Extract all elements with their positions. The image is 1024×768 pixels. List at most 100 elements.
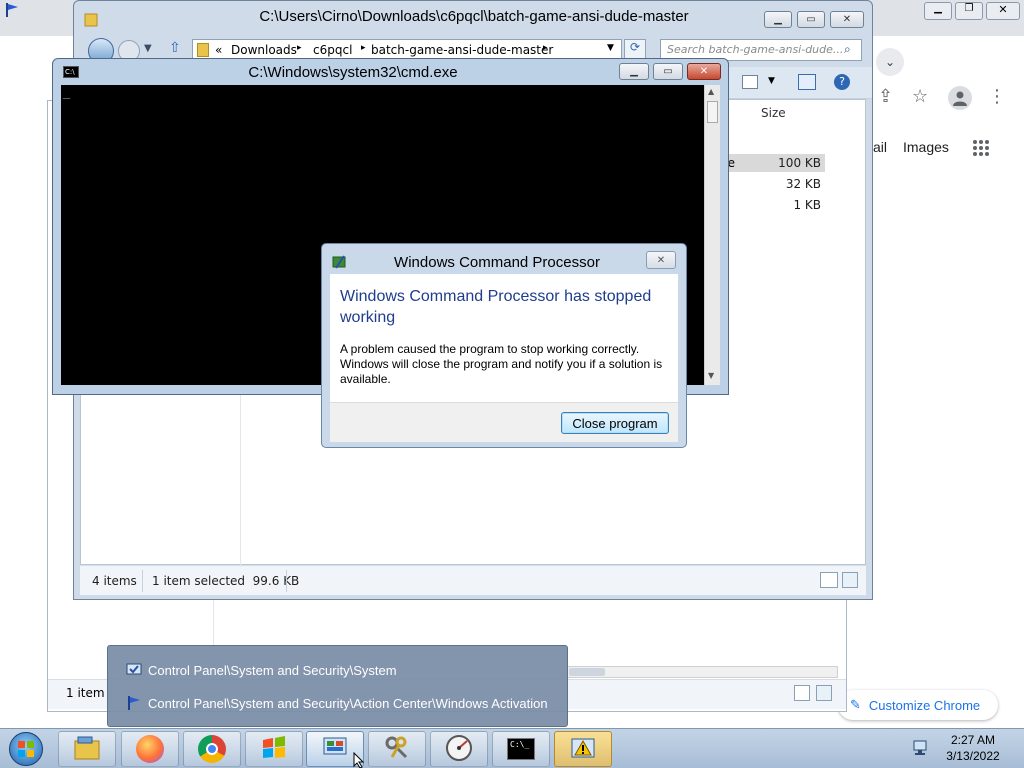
- large-icons-view-icon[interactable]: [842, 572, 858, 588]
- status-divider: [142, 570, 143, 592]
- taskbar-performance-button[interactable]: [430, 731, 488, 767]
- customize-chrome-label: Customize Chrome: [868, 697, 981, 713]
- breadcrumb-downloads[interactable]: Downloads: [231, 43, 297, 57]
- cmd-maximize-button[interactable]: ▭: [653, 63, 683, 80]
- images-link[interactable]: Images: [903, 139, 949, 155]
- chrome-menu-icon[interactable]: ⋮: [988, 86, 1006, 107]
- chrome-icon: [198, 735, 226, 763]
- preview-pane-icon[interactable]: [798, 74, 816, 90]
- windows-orb-icon: [9, 732, 43, 766]
- customize-chrome-button[interactable]: ✎ Customize Chrome: [838, 690, 998, 720]
- windows-flag-icon: [261, 735, 287, 763]
- help-icon[interactable]: ?: [834, 74, 850, 90]
- start-button[interactable]: [4, 730, 48, 768]
- search-icon[interactable]: ⌕: [844, 42, 851, 57]
- warning-shield-icon: [569, 735, 597, 764]
- dialog-body: Windows Command Processor has stopped wo…: [330, 274, 678, 402]
- cmd-title: C:\Windows\system32\cmd.exe: [248, 64, 458, 81]
- change-view-icon[interactable]: [742, 75, 758, 89]
- share-icon[interactable]: ⇪: [878, 86, 893, 107]
- taskbar-windows-update-button[interactable]: [245, 731, 303, 767]
- chrome-flag-icon: [4, 2, 20, 18]
- pencil-icon: ✎: [850, 697, 861, 713]
- close-program-button[interactable]: Close program: [561, 412, 669, 434]
- cmd-close-button[interactable]: ✕: [687, 63, 721, 80]
- details-view-icon[interactable]: [820, 572, 838, 588]
- explorer-maximize-button[interactable]: ▭: [797, 11, 825, 28]
- table-row[interactable]: 32 KB: [721, 175, 825, 193]
- taskbar-popup: Control Panel\System and Security\System…: [107, 645, 568, 727]
- status-divider: [286, 570, 287, 592]
- taskbar-cmd-button[interactable]: C:\_: [492, 731, 550, 767]
- column-header-size[interactable]: Size: [761, 106, 786, 120]
- chrome-tab-dropdown-icon[interactable]: ⌄: [876, 48, 904, 76]
- explorer-title: C:\Users\Cirno\Downloads\c6pqcl\batch-ga…: [259, 8, 689, 25]
- bookmark-star-icon[interactable]: ☆: [912, 86, 928, 107]
- taskbar-action-center-button[interactable]: [554, 731, 612, 767]
- chrome-close-button[interactable]: ✕: [986, 2, 1020, 20]
- popup-item-label: Control Panel\System and Security\System: [148, 662, 397, 678]
- wer-app-icon: [332, 254, 348, 270]
- explorer-minimize-button[interactable]: ▁: [764, 11, 792, 28]
- taskbar-keys-button[interactable]: [368, 731, 426, 767]
- breadcrumb-sep-icon[interactable]: ▸: [361, 43, 366, 53]
- change-view-dropdown-icon[interactable]: ▼: [768, 76, 775, 86]
- cmd-icon: C:\_: [507, 738, 535, 760]
- profile-avatar-icon[interactable]: [948, 86, 972, 110]
- chrome-minimize-button[interactable]: ▁: [924, 2, 952, 20]
- breadcrumb-sep-icon[interactable]: ▸: [297, 43, 302, 53]
- dialog-message: A problem caused the program to stop wor…: [340, 342, 663, 386]
- taskbar-firefox-button[interactable]: [121, 731, 179, 767]
- console-vertical-scrollbar[interactable]: ▲ ▼: [704, 85, 720, 385]
- taskbar-chrome-button[interactable]: [183, 731, 241, 767]
- status-item-count: 1 item: [66, 686, 105, 700]
- popup-item-system[interactable]: Control Panel\System and Security\System: [126, 659, 397, 681]
- dialog-heading: Windows Command Processor has stopped wo…: [340, 288, 652, 326]
- file-size-cell: 32 KB: [785, 177, 821, 191]
- taskbar: C:\_ 2:27 AM 3/13/2022: [0, 728, 1024, 768]
- chrome-maximize-button[interactable]: ❐: [955, 2, 983, 20]
- system-clock[interactable]: 2:27 AM 3/13/2022: [936, 732, 1010, 764]
- chrome-toolbar: ⇪ ☆ ⋮: [870, 78, 1024, 118]
- breadcrumb-current[interactable]: batch-game-ansi-dude-master: [371, 43, 553, 57]
- taskbar-explorer-button[interactable]: [58, 731, 116, 767]
- breadcrumb-c6pqcl[interactable]: c6pqcl: [313, 43, 352, 57]
- apps-grid-icon[interactable]: [972, 139, 990, 157]
- clock-date: 3/13/2022: [946, 749, 1000, 763]
- details-view-icon[interactable]: [794, 685, 810, 701]
- file-explorer-icon: [73, 735, 101, 764]
- up-folder-icon[interactable]: ⇧: [169, 40, 181, 56]
- file-size-cell: 1 KB: [793, 198, 821, 212]
- dialog-close-button[interactable]: ✕: [646, 251, 676, 269]
- large-icons-view-icon[interactable]: [816, 685, 832, 701]
- scroll-up-icon[interactable]: ▲: [708, 87, 714, 96]
- breadcrumb-sep-icon[interactable]: ▸: [543, 43, 548, 53]
- explorer-close-button[interactable]: ✕: [830, 11, 864, 28]
- action-center-flag-icon: [126, 695, 142, 711]
- firefox-icon: [136, 735, 164, 763]
- scrollbar-thumb[interactable]: [707, 101, 718, 123]
- address-folder-icon: [197, 43, 209, 57]
- horizontal-scrollbar[interactable]: [566, 666, 838, 678]
- status-item-count: 4 items: [92, 574, 137, 588]
- status-selection: 1 item selected 99.6 KB: [152, 574, 300, 588]
- gmail-link[interactable]: ail: [873, 139, 887, 155]
- dialog-footer: Close program: [330, 402, 678, 442]
- file-list-left-divider: [240, 370, 241, 566]
- popup-item-activation[interactable]: Control Panel\System and Security\Action…: [126, 692, 548, 714]
- table-row[interactable]: 1 KB: [721, 196, 825, 214]
- console-cursor: _: [63, 85, 71, 99]
- table-row[interactable]: ile 100 KB: [721, 154, 825, 172]
- clock-time: 2:27 AM: [950, 733, 996, 747]
- recent-pages-chevron-icon[interactable]: ▼: [144, 43, 152, 54]
- breadcrumb-overflow[interactable]: «: [215, 43, 222, 57]
- credential-keys-icon: [384, 735, 410, 764]
- file-size-cell: 100 KB: [778, 156, 821, 170]
- cmd-minimize-button[interactable]: ▁: [619, 63, 649, 80]
- system-monitor-icon: [126, 662, 142, 678]
- scroll-down-icon[interactable]: ▼: [708, 371, 714, 380]
- gauge-icon: [445, 734, 473, 765]
- scrollbar-thumb[interactable]: [569, 668, 605, 676]
- network-tray-icon[interactable]: [912, 739, 932, 757]
- address-dropdown-icon[interactable]: ▼: [607, 43, 614, 53]
